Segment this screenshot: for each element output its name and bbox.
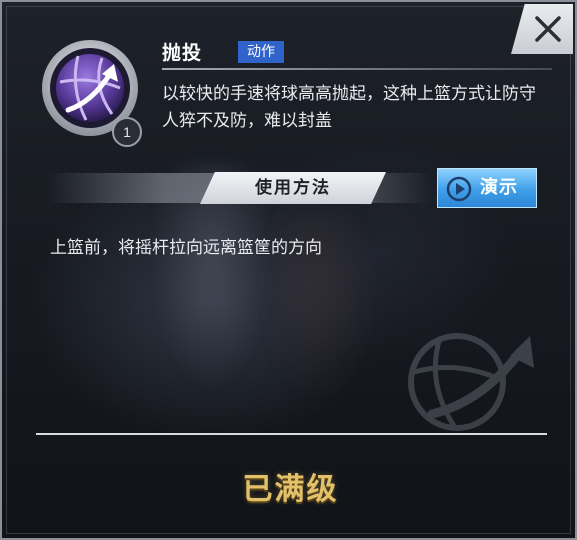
play-icon <box>446 176 472 202</box>
close-icon <box>535 16 561 42</box>
skill-type-tag: 动作 <box>238 41 284 63</box>
title-divider <box>162 68 552 70</box>
usage-section-label: 使用方法 <box>255 178 331 198</box>
demo-button-label: 演示 <box>480 177 518 198</box>
skill-detail-panel: 1 抛投 动作 以较快的手速将球高高抛起，这种上篮方式让防守人猝不及防，难以封盖… <box>0 0 577 540</box>
level-badge: 1 <box>112 117 142 147</box>
skill-description: 以较快的手速将球高高抛起，这种上篮方式让防守人猝不及防，难以封盖 <box>162 84 536 131</box>
max-level-status: 已满级 <box>242 472 339 507</box>
usage-section-header: 使用方法 <box>200 172 386 204</box>
background-basketball-icon <box>408 333 534 431</box>
usage-instructions: 上篮前，将摇杆拉向远离篮筐的方向 <box>50 238 322 258</box>
demo-button[interactable]: 演示 <box>437 168 537 208</box>
bottom-divider <box>36 433 547 435</box>
close-button[interactable] <box>511 4 573 54</box>
skill-name: 抛投 <box>162 42 203 64</box>
